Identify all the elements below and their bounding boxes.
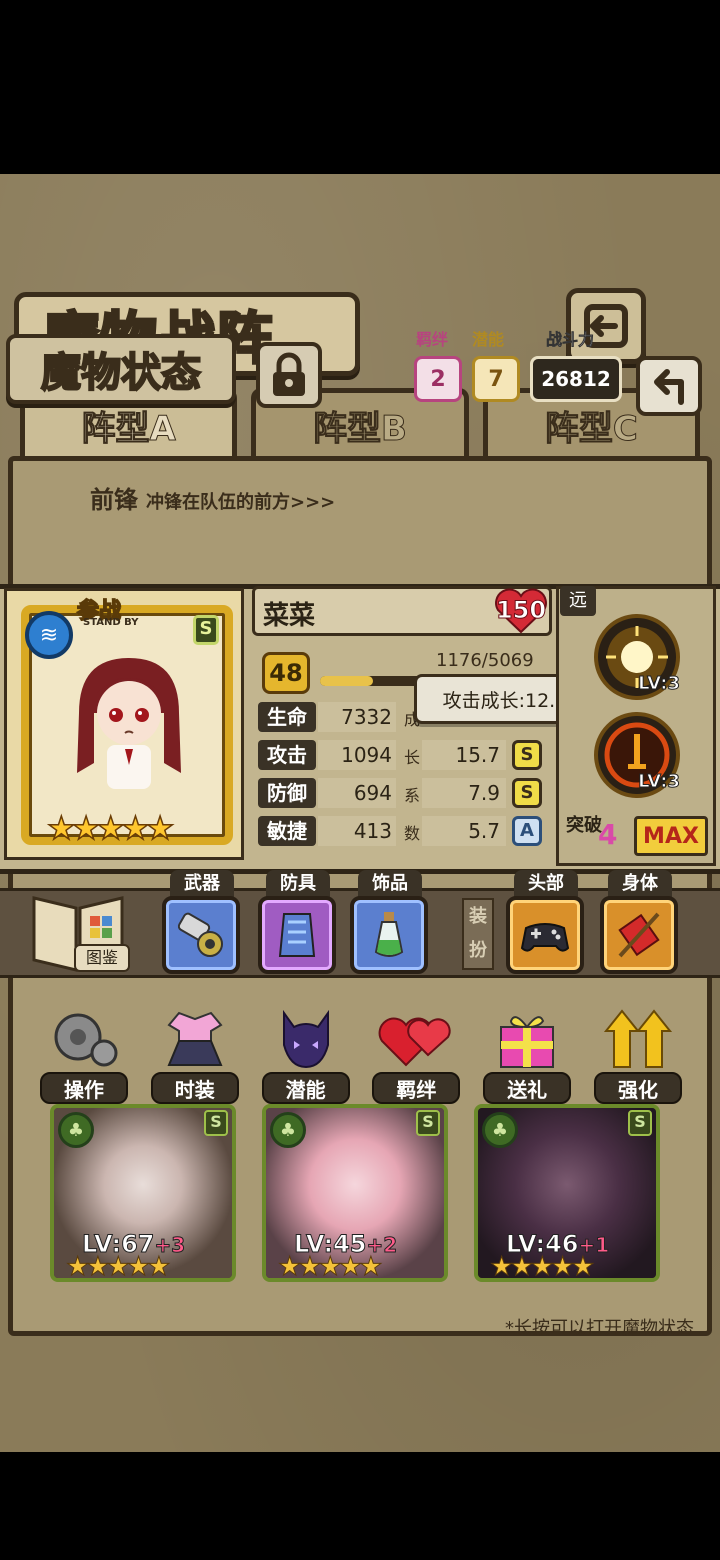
potential-button[interactable]: 潜能	[258, 1000, 354, 1104]
affection-value: 150	[495, 596, 547, 625]
stand-by-sublabel: STAND BY	[83, 617, 139, 628]
affection-heart: 150	[492, 588, 550, 634]
lock-button[interactable]	[256, 342, 322, 408]
stat-value: 694	[318, 778, 396, 808]
range-tag: 远	[560, 586, 596, 616]
armor-icon	[278, 913, 316, 957]
stat-label: 防御	[258, 778, 316, 808]
demon-icon	[262, 1000, 350, 1080]
back-arrow-icon	[654, 369, 684, 405]
stat-value: 413	[318, 816, 396, 846]
status-title-text: 魔物状态	[40, 348, 202, 397]
gamepad-icon	[520, 923, 570, 952]
potential-label: 潜能	[472, 330, 505, 349]
gift-button[interactable]: 送礼	[479, 1000, 575, 1104]
action-label: 潜能	[261, 1072, 350, 1104]
action-label: 操作	[40, 1072, 128, 1104]
monster-chibi	[77, 658, 181, 789]
gear-icon	[40, 1000, 128, 1080]
body-slot[interactable]	[600, 896, 678, 974]
game-screen: 魔物战阵 阵型A 阵型B 阵型C 前锋冲锋在队伍的前方>>> ♣ S LV:67…	[0, 174, 720, 1452]
close-status-button[interactable]	[636, 356, 702, 416]
armor-slot[interactable]	[258, 896, 336, 974]
monster-name: 菜菜	[263, 601, 316, 631]
dress-icon	[151, 1000, 239, 1080]
cannon-icon	[177, 912, 223, 957]
stat-value: 7332	[318, 702, 396, 732]
body-slot-label: 身体	[608, 870, 672, 898]
accessory-slot[interactable]	[350, 896, 428, 974]
accessory-slot-label: 饰品	[358, 870, 422, 898]
break-value: 4	[598, 818, 618, 851]
weapon-slot-label: 武器	[170, 870, 234, 898]
costume-button[interactable]: 时装	[147, 1000, 243, 1104]
bond-button[interactable]: 羁绊	[368, 1000, 464, 1104]
skill-2[interactable]: LV:3	[594, 712, 680, 798]
action-label: 时装	[150, 1072, 239, 1104]
stat-row-defense[interactable]: 防御 694 系 7.9 S	[258, 778, 558, 812]
status-title: 魔物状态	[6, 334, 236, 404]
enhance-button[interactable]: 强化	[590, 1000, 686, 1104]
break-label-text: 突破	[566, 815, 602, 836]
exp-fill	[320, 676, 374, 686]
stat-row-attack[interactable]: 攻击 1094 长 15.7 S	[258, 740, 558, 774]
growth-value: 5.7	[422, 816, 506, 846]
lock-icon	[273, 352, 305, 396]
encyclopedia-label: 图鉴	[74, 944, 130, 972]
potion-icon	[374, 912, 404, 957]
gift-icon	[483, 1000, 571, 1080]
operation-button[interactable]: 操作	[36, 1000, 132, 1104]
action-label: 羁绊	[372, 1072, 461, 1104]
head-slot[interactable]	[506, 896, 584, 974]
power-label: 战斗力	[546, 330, 595, 350]
star-rating: ★★★★★	[46, 808, 175, 848]
skill-level: LV:3	[638, 771, 681, 793]
weapon-slot[interactable]	[162, 896, 240, 974]
exp-text: 1176/5069	[436, 650, 534, 671]
stat-label: 攻击	[258, 740, 316, 770]
growth-grade: S	[512, 740, 542, 770]
growth-char: 数	[404, 824, 421, 843]
growth-grade: S	[512, 778, 542, 808]
grade-badge: S	[193, 615, 219, 645]
water-element-icon: ≋	[25, 611, 73, 659]
action-label: 强化	[593, 1072, 682, 1104]
scroll-icon	[618, 912, 660, 958]
skill-1[interactable]: LV:3	[594, 614, 680, 700]
growth-value: 15.7	[422, 740, 506, 770]
dress-up-label: 装扮	[462, 898, 494, 970]
growth-char: 长	[404, 748, 421, 767]
growth-value: 7.9	[422, 778, 506, 808]
growth-grade: A	[512, 816, 542, 846]
action-bar: 操作 时装 潜能 羁绊 送礼 强化	[36, 1000, 686, 1104]
stat-value: 1094	[318, 740, 396, 770]
level-badge: 48	[262, 652, 310, 694]
bond-label: 羁绊	[416, 330, 449, 349]
up-arrows-icon	[594, 1000, 682, 1080]
head-slot-label: 头部	[514, 870, 578, 898]
status-overlay: 魔物状态 羁绊 2 潜能 7 战斗力 26812 ≋ 参战 STAND BY S…	[0, 174, 720, 1452]
potential-value: 7	[472, 356, 520, 402]
stat-label: 生命	[258, 702, 316, 732]
growth-char: 系	[404, 786, 421, 805]
armor-slot-label: 防具	[266, 870, 330, 898]
action-label: 送礼	[483, 1072, 572, 1104]
stat-row-agility[interactable]: 敏捷 413 数 5.7 A	[258, 816, 558, 850]
skill-level: LV:3	[638, 673, 681, 695]
combat-power: 26812	[530, 356, 622, 402]
break-label: 突破	[566, 816, 602, 836]
hearts-icon	[372, 1000, 460, 1080]
monster-portrait-card[interactable]: ≋ 参战 STAND BY S ★★★★★	[4, 588, 244, 860]
stat-label: 敏捷	[258, 816, 316, 846]
max-button[interactable]: MAX	[634, 816, 708, 856]
bond-value: 2	[414, 356, 462, 402]
